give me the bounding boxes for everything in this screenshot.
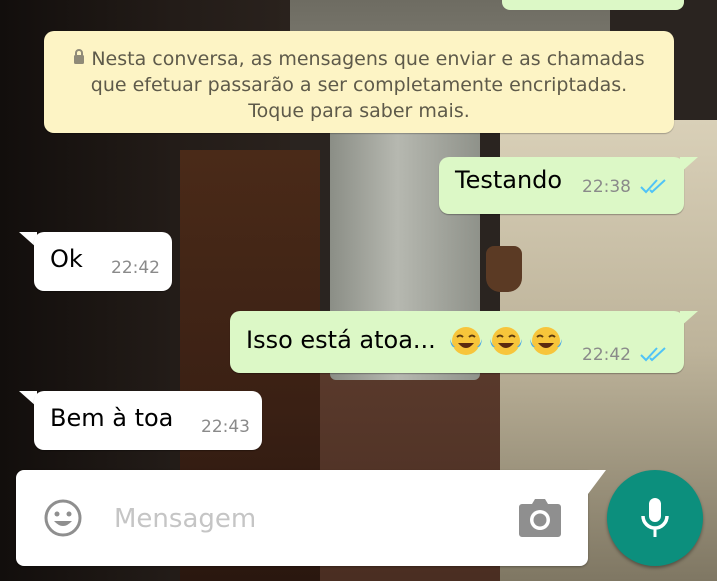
encryption-notice[interactable]: Nesta conversa, as mensagens que enviar … [44,31,674,133]
encryption-notice-line-2: que efetuar passarão a ser completamente… [90,74,628,96]
previous-message-bubble [502,0,684,10]
message-time: 22:42 [582,345,631,365]
message-text: Bem à toa [50,404,174,432]
smiley-icon[interactable] [43,498,83,538]
message-time: 22:42 [111,258,160,278]
bubble-tail [680,157,698,173]
voice-message-button[interactable] [607,470,703,566]
message-input[interactable] [112,498,506,540]
composer-tail [588,470,606,494]
face-with-tears-of-joy-icon [490,327,523,355]
microphone-icon [641,498,669,537]
bubble-tail [680,311,698,327]
read-ticks-icon [640,347,666,362]
camera-icon[interactable] [518,498,562,538]
message-time: 22:43 [201,417,250,437]
lock-icon [74,49,85,64]
read-ticks-icon [640,179,666,194]
encryption-notice-line-1: Nesta conversa, as mensagens que enviar … [44,46,674,72]
message-text: Testando [455,166,563,194]
message-time: 22:38 [582,177,631,197]
encryption-notice-line-3: Toque para saber mais. [248,100,470,122]
message-composer [16,470,588,566]
message-incoming[interactable]: Bem à toa 22:43 [34,391,262,450]
face-with-tears-of-joy-icon [450,327,483,355]
message-outgoing[interactable]: Isso está atoa... 22:42 [230,311,684,373]
message-text: Ok [50,245,83,273]
message-incoming[interactable]: Ok 22:42 [34,232,172,291]
message-outgoing[interactable]: Testando 22:38 [439,157,684,214]
face-with-tears-of-joy-icon [530,327,563,355]
message-text: Isso está atoa... [246,325,563,357]
